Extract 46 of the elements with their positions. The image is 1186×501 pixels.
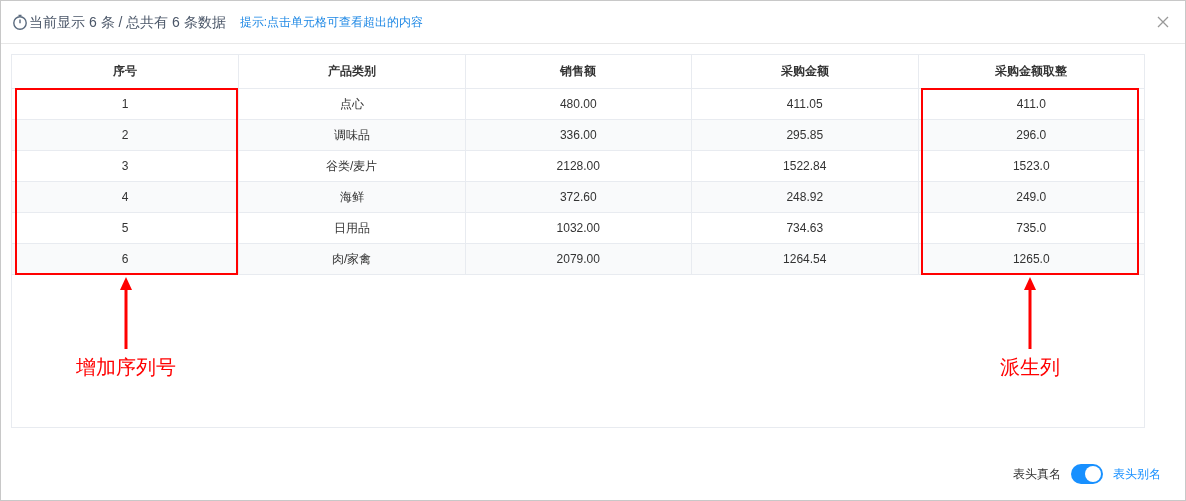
table-cell: 296.0 <box>1016 127 1047 142</box>
table-cell: 1522.84 <box>783 158 827 173</box>
table-cell: 日用品 <box>333 220 370 235</box>
pointer-arrow <box>1023 277 1038 349</box>
table-cell: 海鲜 <box>339 189 364 204</box>
record-count-text: 当前显示 6 条 / 总共有 6 条数据 <box>29 12 226 32</box>
hint-text: 提示:点击单元格可查看超出的内容 <box>239 14 424 31</box>
table-cell: 6 <box>121 251 129 266</box>
pointer-arrow <box>119 277 134 349</box>
table-cell: 411.0 <box>1016 96 1046 111</box>
table-cell: 2079.00 <box>556 251 600 266</box>
column-header: 销售额 <box>560 64 597 79</box>
table-cell: 295.85 <box>786 127 824 142</box>
table-cell: 1265.0 <box>1012 251 1050 266</box>
table-cell: 480.00 <box>559 96 597 111</box>
table-cell: 谷类/麦片 <box>326 158 378 173</box>
column-header: 产品类别 <box>327 64 376 79</box>
table-cell: 249.0 <box>1016 189 1047 204</box>
column-header: 采购金额 <box>780 64 829 79</box>
close-icon[interactable] <box>1157 16 1169 28</box>
table-cell: 3 <box>121 158 129 173</box>
alias-header-label: 表头别名 <box>1113 466 1161 483</box>
table-cell: 2128.00 <box>556 158 600 173</box>
table-cell: 2 <box>121 127 129 142</box>
table-cell: 调味品 <box>333 127 370 142</box>
table-cell: 点心 <box>339 96 364 111</box>
table-cell: 372.60 <box>559 189 597 204</box>
column-header: 序号 <box>113 64 137 79</box>
table-cell: 735.0 <box>1016 220 1047 235</box>
table-cell: 734.63 <box>786 220 824 235</box>
table-cell: 1 <box>121 96 129 111</box>
real-header-label: 表头真名 <box>1013 466 1061 483</box>
annotation-label: 派生列 <box>1000 355 1061 380</box>
table-cell: 5 <box>121 220 129 235</box>
table-cell: 248.92 <box>786 189 824 204</box>
table-cell: 1523.0 <box>1012 158 1050 173</box>
timer-icon <box>12 14 28 30</box>
table-cell: 1264.54 <box>783 251 827 266</box>
table-cell: 肉/家禽 <box>332 251 372 266</box>
table-cell: 4 <box>121 189 129 204</box>
annotation-label: 增加序列号 <box>76 355 177 380</box>
table-cell: 336.00 <box>559 127 597 142</box>
header-toggle[interactable] <box>1071 464 1103 484</box>
column-header: 采购金额取整 <box>995 64 1068 79</box>
table-cell: 1032.00 <box>556 220 600 235</box>
table-cell: 411.05 <box>786 96 823 111</box>
